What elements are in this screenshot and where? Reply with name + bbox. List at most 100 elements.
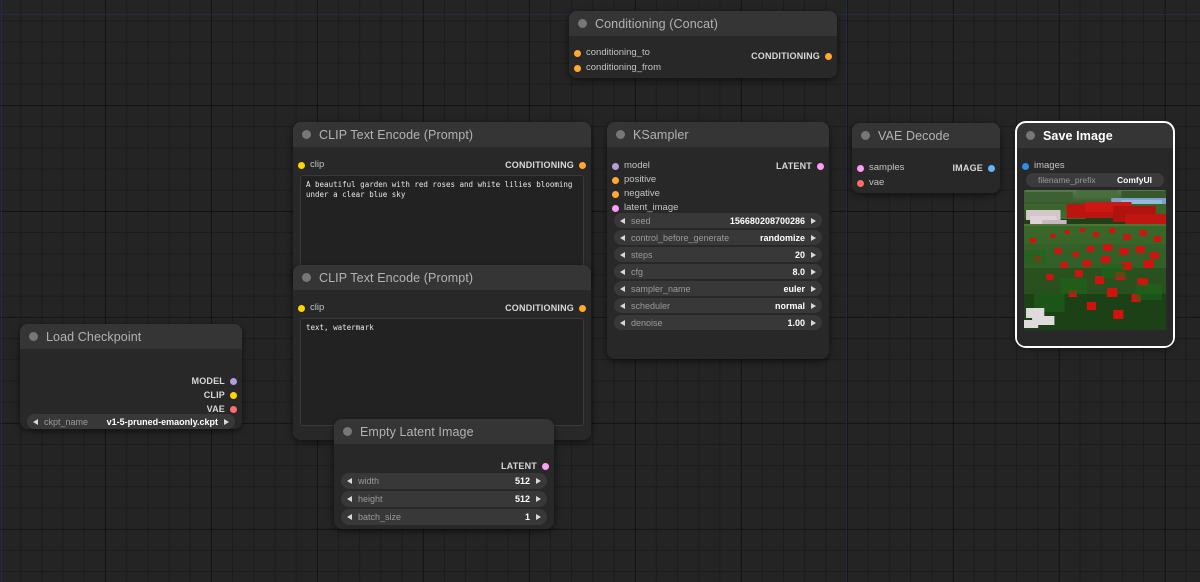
slot-dot-conditioning-from-icon[interactable]: [574, 65, 581, 72]
node-collapse-icon[interactable]: [578, 19, 587, 28]
prompt-textarea-negative[interactable]: text, watermark: [300, 318, 584, 426]
widget-scheduler[interactable]: scheduler normal: [614, 298, 822, 313]
node-empty-latent-image[interactable]: Empty Latent Image LATENT width 512 heig…: [334, 419, 554, 529]
slot-dot-latent-icon[interactable]: [817, 163, 824, 170]
slot-dot-clip-icon[interactable]: [298, 305, 305, 312]
decrement-arrow-icon[interactable]: [347, 496, 352, 502]
widget-value[interactable]: 1.00: [787, 318, 805, 328]
slot-dot-conditioning-icon[interactable]: [825, 53, 832, 60]
decrement-arrow-icon[interactable]: [620, 303, 625, 309]
slot-dot-conditioning-icon[interactable]: [579, 162, 586, 169]
slot-dot-image-icon[interactable]: [988, 165, 995, 172]
decrement-arrow-icon[interactable]: [620, 286, 625, 292]
widget-seed[interactable]: seed 156680208700286: [614, 213, 822, 228]
slot-dot-vae-icon[interactable]: [230, 406, 237, 413]
increment-arrow-icon[interactable]: [811, 303, 816, 309]
output-slot-latent[interactable]: LATENT: [374, 459, 554, 473]
node-collapse-icon[interactable]: [616, 130, 625, 139]
node-conditioning-concat[interactable]: Conditioning (Concat) CONDITIONING condi…: [569, 11, 837, 78]
prompt-textarea-positive[interactable]: A beautiful garden with red roses and wh…: [300, 175, 584, 273]
input-slot-conditioning-from[interactable]: conditioning_from: [569, 61, 749, 75]
slot-dot-samples-icon[interactable]: [857, 165, 864, 172]
decrement-arrow-icon[interactable]: [620, 235, 625, 241]
node-collapse-icon[interactable]: [302, 130, 311, 139]
node-header[interactable]: Empty Latent Image: [334, 419, 554, 444]
increment-arrow-icon[interactable]: [536, 478, 541, 484]
increment-arrow-icon[interactable]: [811, 320, 816, 326]
output-slot-model[interactable]: MODEL: [62, 374, 242, 388]
node-collapse-icon[interactable]: [861, 131, 870, 140]
widget-value[interactable]: euler: [783, 284, 805, 294]
increment-arrow-icon[interactable]: [811, 252, 816, 258]
widget-batch-size[interactable]: batch_size 1: [341, 509, 547, 525]
increment-arrow-icon[interactable]: [536, 496, 541, 502]
node-ksampler[interactable]: KSampler model positive negative lat: [607, 122, 829, 359]
widget-value[interactable]: randomize: [760, 233, 805, 243]
slot-dot-conditioning-to-icon[interactable]: [574, 50, 581, 57]
increment-arrow-icon[interactable]: [811, 235, 816, 241]
widget-control-before-generate[interactable]: control_before_generate randomize: [614, 230, 822, 245]
input-slot-positive[interactable]: positive: [607, 173, 727, 187]
comfyui-canvas[interactable]: Conditioning (Concat) CONDITIONING condi…: [0, 0, 1200, 582]
image-preview[interactable]: [1024, 190, 1166, 330]
output-slot-conditioning[interactable]: CONDITIONING: [411, 301, 591, 315]
slot-dot-vae-icon[interactable]: [857, 180, 864, 187]
widget-filename-prefix[interactable]: filename_prefix ComfyUI: [1026, 173, 1164, 187]
widget-cfg[interactable]: cfg 8.0: [614, 264, 822, 279]
input-slot-negative[interactable]: negative: [607, 187, 727, 201]
slot-dot-clip-icon[interactable]: [298, 162, 305, 169]
input-slot-conditioning-to[interactable]: conditioning_to: [569, 46, 749, 60]
slot-dot-latent-image-icon[interactable]: [612, 205, 619, 212]
slot-dot-model-icon[interactable]: [612, 163, 619, 170]
node-save-image[interactable]: Save Image images filename_prefix ComfyU…: [1017, 123, 1173, 346]
widget-denoise[interactable]: denoise 1.00: [614, 315, 822, 330]
widget-value[interactable]: 156680208700286: [730, 216, 805, 226]
output-slot-image[interactable]: IMAGE: [880, 161, 1000, 175]
slot-dot-negative-icon[interactable]: [612, 191, 619, 198]
node-collapse-icon[interactable]: [1026, 131, 1035, 140]
increment-arrow-icon[interactable]: [811, 286, 816, 292]
decrement-arrow-icon[interactable]: [347, 478, 352, 484]
node-collapse-icon[interactable]: [302, 273, 311, 282]
node-header[interactable]: CLIP Text Encode (Prompt): [293, 122, 591, 147]
node-collapse-icon[interactable]: [343, 427, 352, 436]
output-slot-latent[interactable]: LATENT: [679, 159, 829, 173]
decrement-arrow-icon[interactable]: [620, 320, 625, 326]
widget-value[interactable]: 512: [515, 476, 530, 486]
node-header[interactable]: Save Image: [1017, 123, 1173, 148]
slot-dot-latent-icon[interactable]: [542, 463, 549, 470]
output-slot-clip[interactable]: CLIP: [62, 388, 242, 402]
node-collapse-icon[interactable]: [29, 332, 38, 341]
node-header[interactable]: CLIP Text Encode (Prompt): [293, 265, 591, 290]
widget-sampler-name[interactable]: sampler_name euler: [614, 281, 822, 296]
slot-dot-model-icon[interactable]: [230, 378, 237, 385]
output-slot-conditioning[interactable]: CONDITIONING: [411, 158, 591, 172]
node-header[interactable]: Load Checkpoint: [20, 324, 242, 349]
decrement-arrow-icon[interactable]: [33, 419, 38, 425]
node-header[interactable]: Conditioning (Concat): [569, 11, 837, 36]
node-header[interactable]: VAE Decode: [852, 123, 1000, 148]
widget-value[interactable]: 1: [525, 512, 530, 522]
decrement-arrow-icon[interactable]: [620, 252, 625, 258]
node-clip-text-encode-positive[interactable]: CLIP Text Encode (Prompt) clip CONDITION…: [293, 122, 591, 287]
increment-arrow-icon[interactable]: [811, 269, 816, 275]
node-vae-decode[interactable]: VAE Decode samples vae IMAGE: [852, 123, 1000, 193]
slot-dot-positive-icon[interactable]: [612, 177, 619, 184]
widget-value[interactable]: 512: [515, 494, 530, 504]
input-slot-images[interactable]: images: [1017, 159, 1137, 173]
widget-width[interactable]: width 512: [341, 473, 547, 489]
decrement-arrow-icon[interactable]: [620, 218, 625, 224]
widget-value[interactable]: 20: [795, 250, 805, 260]
widget-value[interactable]: normal: [775, 301, 805, 311]
slot-dot-images-icon[interactable]: [1022, 163, 1029, 170]
input-slot-vae[interactable]: vae: [852, 176, 942, 190]
node-header[interactable]: KSampler: [607, 122, 829, 147]
node-clip-text-encode-negative[interactable]: CLIP Text Encode (Prompt) clip CONDITION…: [293, 265, 591, 440]
increment-arrow-icon[interactable]: [811, 218, 816, 224]
slot-dot-clip-icon[interactable]: [230, 392, 237, 399]
increment-arrow-icon[interactable]: [224, 419, 229, 425]
widget-steps[interactable]: steps 20: [614, 247, 822, 262]
widget-value[interactable]: v1-5-pruned-emaonly.ckpt: [107, 417, 218, 427]
widget-value[interactable]: 8.0: [792, 267, 805, 277]
node-load-checkpoint[interactable]: Load Checkpoint MODEL CLIP VAE ckpt: [20, 324, 242, 429]
